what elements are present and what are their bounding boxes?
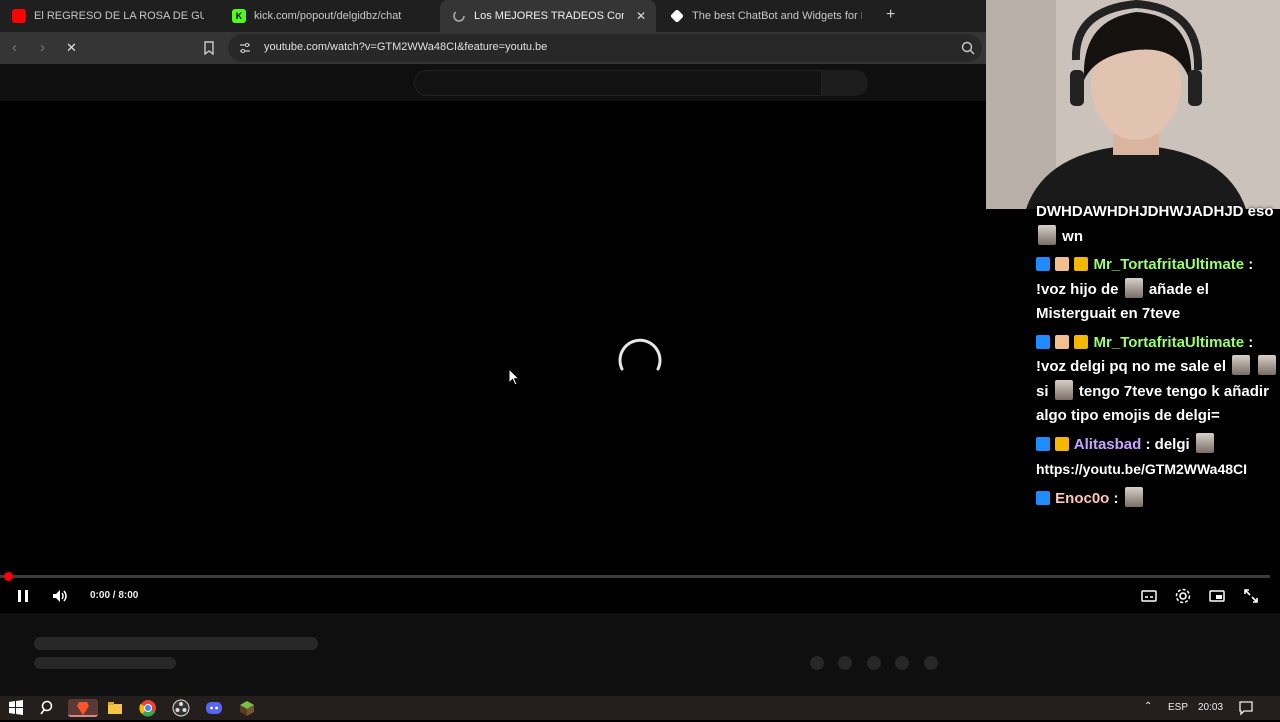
chat-message: Mr_TortafritaUltimate : !voz hijo de aña… [1036,256,1254,322]
back-icon[interactable]: ‹ [12,39,17,56]
chrome-icon[interactable] [139,699,157,717]
title-skeleton [34,637,318,650]
youtube-search-input[interactable] [414,70,822,96]
tab-youtube-rosa[interactable]: El REGRESO DE LA ROSA DE GUADA [0,0,218,32]
forward-icon[interactable]: › [40,39,45,56]
emote-image [1054,379,1073,400]
crown-badge-icon [1074,257,1089,271]
discord-icon[interactable] [205,699,223,717]
action-skeleton [895,656,909,670]
chat-message-text: si [1036,382,1049,400]
chat-username: Alitasbad [1073,435,1142,453]
tab-kick-chat[interactable]: K kick.com/popout/delgidbz/chat [220,0,438,32]
youtube-search-button[interactable] [822,70,868,96]
chat-message: DWHDAWHDHJDHWJADHJD eso wn [1036,200,1280,249]
chat-message-text: delgi [1154,435,1190,453]
settings-gear-icon[interactable] [1174,587,1192,605]
emote-image [1124,486,1143,507]
chat-message-text: !voz hijo de [1036,280,1119,298]
search-icon[interactable] [39,699,57,717]
bookmark-icon[interactable] [203,41,215,55]
verified-badge-icon [1036,490,1050,505]
verified-badge-icon [1036,334,1050,349]
verified-badge-icon [1036,257,1050,271]
time-display: 0:00 / 8:00 [90,590,139,601]
chat-message: Enoc0o : [1036,486,1280,512]
url-text: youtube.com/watch?v=GTM2WWa48CI&feature=… [264,41,548,53]
wave-badge-icon [1055,334,1070,349]
chat-message: Mr_TortafritaUltimate : !voz delgi pq no… [1036,331,1280,429]
search-icon[interactable] [960,40,976,56]
brave-taskbar-icon[interactable] [68,699,98,717]
chat-username: Enoc0o [1055,489,1110,507]
volume-icon[interactable] [51,587,69,605]
chat-message: Alitasbad : delgi https://youtu.be/GTM2W… [1036,432,1280,483]
chat-message-text: DWHDAWHDHJDHWJADHJD eso [1036,203,1274,220]
miniplayer-icon[interactable] [1208,587,1226,605]
windows-start-icon[interactable] [7,699,25,717]
mouse-cursor-icon [508,368,520,386]
address-bar[interactable]: youtube.com/watch?v=GTM2WWa48CI&feature=… [228,34,982,62]
action-skeleton [867,656,881,670]
fullscreen-icon[interactable] [1242,587,1260,605]
progress-bar[interactable] [0,575,1270,578]
tab-title: kick.com/popout/delgidbz/chat [254,10,402,22]
chat-message-text: wn [1062,227,1084,245]
action-skeleton [810,656,824,670]
emote-image [1124,277,1143,298]
chat-username: Mr_TortafritaUltimate [1093,333,1245,351]
close-tab-icon[interactable]: ✕ [636,9,646,23]
emote-image [1038,224,1056,245]
notifications-icon[interactable] [1238,700,1254,716]
clock[interactable]: 20:03 [1198,702,1223,713]
kick-icon: K [232,9,246,23]
chat-overlay: DWHDAWHDHJDHWJADHJD eso wn Mr_Tortafrita… [1036,200,1280,515]
tab-title: Los MEJORES TRADEOS Con Cad [474,10,624,22]
youtube-icon [12,9,26,23]
site-settings-icon[interactable] [238,41,252,55]
emote-image [1258,355,1277,375]
webcam-overlay [986,0,1280,209]
progress-scrubber[interactable] [4,572,13,581]
video-info-placeholder [0,613,1280,696]
file-explorer-icon[interactable] [106,699,124,717]
input-language[interactable]: ESP [1168,702,1188,713]
wave-badge-icon [1055,257,1070,271]
loading-spinner-icon [618,338,662,371]
crown-badge-icon [1074,334,1089,349]
chevron-up-icon[interactable]: ⌃ [1144,701,1152,712]
obs-icon[interactable] [172,699,190,717]
action-skeleton [838,656,852,670]
tab-active-video[interactable]: Los MEJORES TRADEOS Con Cad ✕ [440,0,656,32]
stop-loading-icon[interactable]: ✕ [66,40,77,56]
new-tab-button[interactable]: + [886,6,895,24]
pause-icon[interactable] [14,587,32,605]
emote-image [1195,432,1214,453]
tab-botrix[interactable]: The best ChatBot and Widgets for Ki [658,0,872,32]
channel-skeleton [34,657,176,669]
tab-strip: El REGRESO DE LA ROSA DE GUADA K kick.co… [0,0,986,32]
youtube-header [0,64,986,101]
emote-image [1232,355,1251,375]
minecraft-icon[interactable] [238,699,256,717]
captions-icon[interactable] [1140,587,1158,605]
tab-title: The best ChatBot and Widgets for Ki [692,10,862,22]
chat-message-text: !voz delgi pq no me sale el [1036,358,1227,375]
crown-badge-icon [1055,436,1070,451]
verified-badge-icon [1036,436,1050,451]
tab-title: El REGRESO DE LA ROSA DE GUADA [34,10,204,22]
windows-taskbar: ⌃ ESP 20:03 [0,696,1280,720]
streamer-webcam-image [986,0,1280,209]
chat-username: Mr_TortafritaUltimate [1093,256,1245,273]
action-skeleton [924,656,938,670]
chat-message-link: https://youtu.be/GTM2WWa48CI [1036,461,1248,477]
browser-toolbar: ‹ › ✕ youtube.com/watch?v=GTM2WWa48CI&fe… [0,32,986,64]
loading-icon [453,10,465,22]
botrix-icon [670,9,684,23]
